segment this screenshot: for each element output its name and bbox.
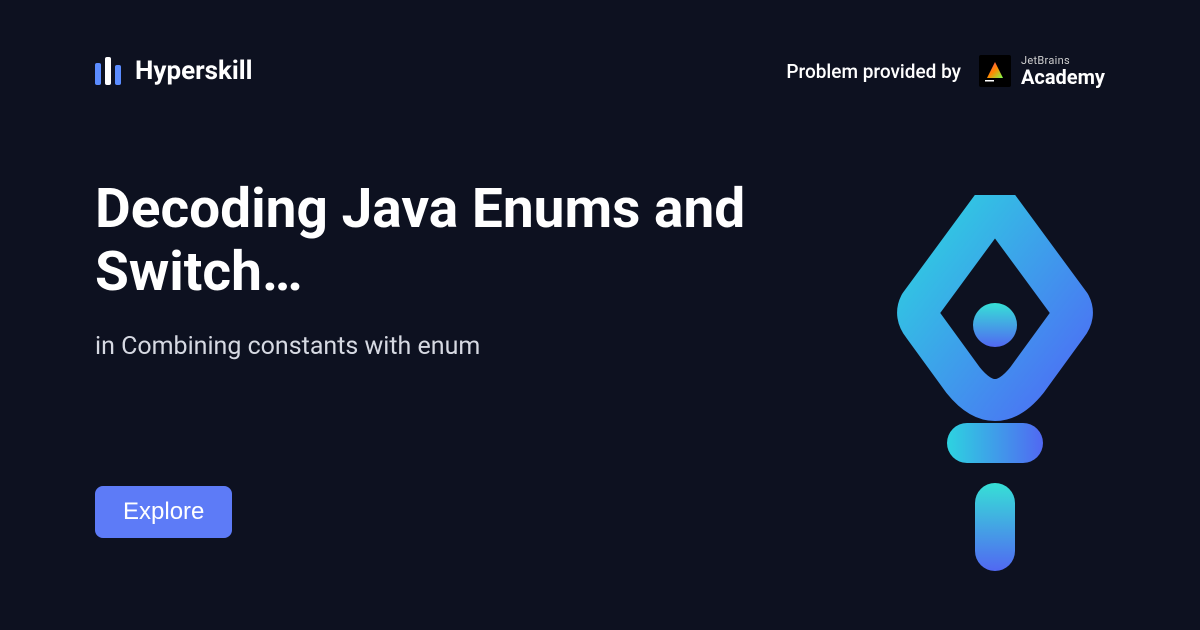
page-title: Decoding Java Enums and Switch…: [95, 178, 855, 305]
academy-logo[interactable]: JetBrains Academy: [979, 55, 1105, 88]
brand-name: Hyperskill: [135, 56, 253, 86]
jetbrains-icon: [979, 55, 1011, 87]
academy-text: JetBrains Academy: [1021, 55, 1105, 88]
header: Hyperskill Problem provided by: [0, 0, 1200, 88]
explore-button[interactable]: Explore: [95, 486, 232, 538]
provider-label: Problem provided by: [786, 60, 961, 83]
brand-logo[interactable]: Hyperskill: [95, 56, 253, 86]
academy-bottom-label: Academy: [1021, 67, 1105, 88]
provider-group: Problem provided by JetBrains: [786, 55, 1105, 88]
hyperskill-icon: [95, 57, 123, 85]
pen-decoration-icon: [885, 195, 1105, 575]
